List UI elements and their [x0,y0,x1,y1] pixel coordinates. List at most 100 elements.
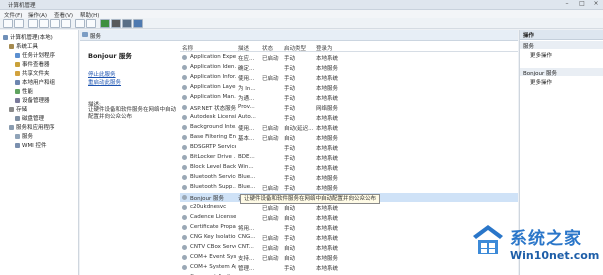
export-icon[interactable] [61,19,71,28]
back-icon[interactable] [3,19,13,28]
table-cell: 本地系统 [316,266,339,272]
table-row[interactable]: BDSGRTP Service 手动 本地系统 [180,143,518,152]
table-cell: 为通... [238,96,255,102]
table-cell: 已启动 [262,126,279,132]
table-row[interactable]: c20ukdnesvc 已启动 自动 本地系统 [180,203,518,212]
table-cell: ASP.NET 状态服务 [190,106,236,112]
tree-item-label: 计算机管理(本地) [10,35,53,41]
tree-item[interactable]: 服务和应用程序 [9,123,55,131]
table-row[interactable]: BitLocker Drive ... BDE... 手动 本地系统 [180,153,518,162]
table-row[interactable]: COM+ Event Sys...支持... 已启动自动 本地服务 [180,253,518,262]
start-service-icon[interactable] [100,19,110,28]
table-cell: Blue... [238,174,256,180]
tree-item[interactable]: 服务 [15,132,33,140]
table-cell: 本地系统 [316,226,339,232]
table-cell: 本地系统 [316,96,339,102]
table-row[interactable]: Application Infor... 使用... 已启动 手动 本地系统 [180,73,518,82]
stop-service-icon[interactable] [111,19,121,28]
table-row[interactable]: CNG Key Isolation CNG... 已启动 手动 本地系统 [180,233,518,242]
table-cell: 本地系统 [316,216,339,222]
table-cell: 手动 [284,186,296,192]
more-actions-bonjour[interactable]: 更多操作 [530,78,552,86]
table-row[interactable]: Bluetooth Service Blue... 手动 本地服务 [180,173,518,182]
properties-icon[interactable] [86,19,96,28]
service-gear-icon [182,225,187,230]
restart-service-link[interactable]: 重启动此服务 [88,78,121,86]
table-cell: Cadence License... [190,214,236,220]
table-row[interactable]: Application Expe...在应... 已启动手动 本地系统 [180,53,518,62]
service-gear-icon [182,125,187,130]
table-cell: 手动 [284,156,296,162]
table-row[interactable]: Application Laye... 为 In... 手动 本地服务 [180,83,518,92]
table-row[interactable]: ASP.NET 状态服务 Prov... 手动 网络服务 [180,103,518,112]
tree-item[interactable]: 性能 [15,87,33,95]
tree-item[interactable]: 任务计划程序 [15,51,55,59]
actions-section-bonjour[interactable]: Bonjour 服务 [520,68,603,77]
services-list-header: 名称 描述 状态 启动类型 登录为 [180,42,518,52]
pause-service-icon[interactable] [122,19,132,28]
tree-item[interactable]: 系统工具 [9,42,38,50]
table-row[interactable]: Base Filtering En...基本... 已启动自动 本地服务 [180,133,518,142]
service-gear-icon [182,65,187,70]
table-cell: 已启动 [262,56,279,62]
tree-item[interactable]: 本地用户和组 [15,78,55,86]
tree-item[interactable]: WMI 控件 [15,141,47,149]
table-cell: 手动 [284,56,296,62]
help-icon[interactable] [75,19,85,28]
table-row[interactable]: Block Level Back...Win... 手动 本地系统 [180,163,518,172]
tree-node-icon [15,62,20,67]
column-description[interactable]: 描述 [238,44,249,52]
table-cell: 本地服务 [316,136,339,142]
description-text: 让硬件设备和软件服务在网络中自动配置并向公众公布 [88,107,177,120]
table-row[interactable]: CNTV CBox Server CNT... 已启动 自动 本地系统 [180,243,518,252]
table-row[interactable]: Application Iden... 确定... 手动 本地服务 [180,63,518,72]
table-cell: 已启动 [262,186,279,192]
forward-icon[interactable] [14,19,24,28]
tree-item-label: 设备管理器 [22,98,50,104]
table-cell: Base Filtering En... [190,134,236,140]
table-cell: 自动 [284,256,296,262]
maximize-button[interactable]: □ [575,0,589,8]
tree-item[interactable]: 存储 [9,105,27,113]
table-cell: 已启动 [262,206,279,212]
table-row[interactable]: Bluetooth Supp... Blue... 已启动 手动 本地服务 [180,183,518,192]
table-row[interactable]: Cadence License... 已启动自动 本地系统 [180,213,518,222]
restart-service-icon[interactable] [133,19,143,28]
refresh-icon[interactable] [50,19,60,28]
table-cell: Bluetooth Service [190,174,236,180]
column-name[interactable]: 名称 [182,44,193,52]
table-cell: 本地系统 [316,146,339,152]
table-cell: 使用... [238,76,255,82]
table-row[interactable]: Background Inte... 使用... 已启动 自动(延迟... 本地系统 [180,123,518,132]
table-row[interactable]: Bonjour 服务让硬...让硬件设备和软件服务在网络中自动配置并向公众公布 [180,193,518,204]
more-actions-services[interactable]: 更多操作 [530,51,552,59]
tree-item[interactable]: 事件查看器 [15,60,50,68]
table-row[interactable]: Autodesk Licensi...Auto... 手动 本地系统 [180,113,518,122]
up-icon[interactable] [28,19,38,28]
table-cell: 本地服务 [316,86,339,92]
table-cell: 手动 [284,66,296,72]
tree-item[interactable]: 共享文件夹 [15,69,50,77]
table-row[interactable]: Application Man... 为通... 手动 本地系统 [180,93,518,102]
service-gear-icon [182,255,187,260]
column-status[interactable]: 状态 [262,44,273,52]
tree-item[interactable]: 计算机管理(本地) [3,33,53,41]
table-row[interactable]: COM+ System Ap...管理... 手动 本地系统 [180,263,518,272]
table-cell: Bonjour 服务 [190,196,225,202]
table-cell: Background Inte... [190,124,236,130]
tree-item[interactable]: 磁盘管理 [15,114,44,122]
stop-service-link[interactable]: 停止此服务 [88,70,116,78]
table-row[interactable]: Certificate Propa...将用... 手动 本地系统 [180,223,518,232]
tree-item[interactable]: 设备管理器 [15,96,50,104]
actions-title: 操作 [523,33,535,39]
table-cell: 本地系统 [316,166,339,172]
column-log-on-as[interactable]: 登录为 [316,44,333,52]
column-startup-type[interactable]: 启动类型 [284,44,306,52]
show-tree-icon[interactable] [39,19,49,28]
minimize-button[interactable]: – [560,0,574,8]
service-gear-icon [182,75,187,80]
table-cell: 手动 [284,86,296,92]
close-button[interactable]: × [589,0,603,8]
actions-section-services[interactable]: 服务 [520,41,603,50]
service-gear-icon [182,235,187,240]
